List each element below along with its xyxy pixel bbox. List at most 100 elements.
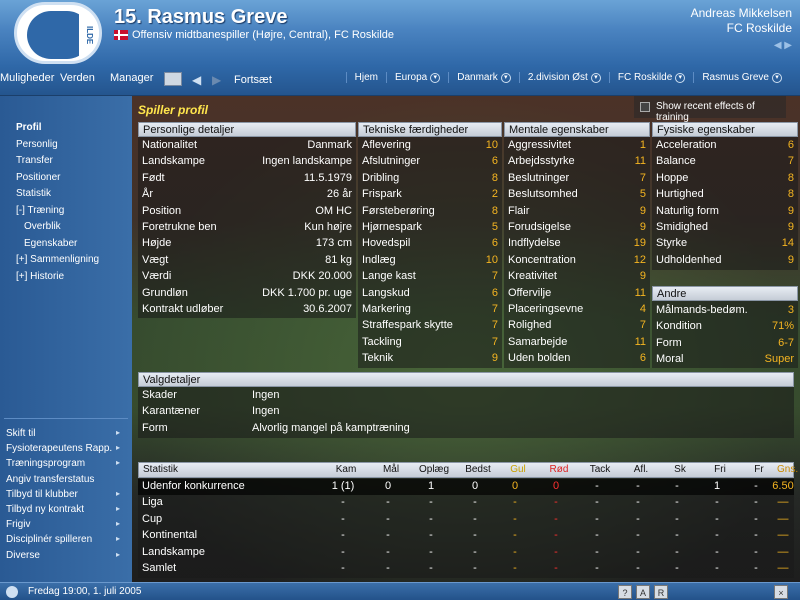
breadcrumb-item[interactable]: Europa ▾ [385,72,448,83]
help-button[interactable]: ? [618,585,632,599]
breadcrumb-label[interactable]: Rasmus Greve [702,72,769,83]
stats-header-cell[interactable]: Mål [373,464,409,475]
sidebar-action[interactable]: Tilbyd ny kontrakt ▸ [6,504,126,515]
sidebar-action[interactable]: Træningsprogram ▸ [6,458,126,469]
breadcrumb-item[interactable]: Danmark ▾ [448,72,519,83]
technical-value: 6 [491,286,498,299]
sidebar-item[interactable]: Egenskaber [24,238,77,249]
breadcrumb-label[interactable]: Hjem [355,72,378,83]
sidebar-item[interactable]: Overblik [24,221,61,232]
stats-header-cell[interactable]: Gul [501,464,535,475]
stats-header-cell[interactable]: Afl. [623,464,659,475]
physical-row: Smidighed 9 [652,219,798,235]
breadcrumb-label[interactable]: Europa [395,72,427,83]
stats-cell: 1 [713,480,721,492]
sidebar-item[interactable]: Personlig [16,139,58,150]
manager-name[interactable]: Andreas Mikkelsen [691,6,792,21]
r-button[interactable]: R [654,585,668,599]
selection-label: Form [142,421,168,434]
manager-info[interactable]: Andreas Mikkelsen FC Roskilde [691,6,792,36]
close-icon[interactable]: × [774,585,788,599]
personal-value: 173 cm [315,237,352,250]
sidebar-action[interactable]: Diverse ▸ [6,550,126,561]
mental-value: 5 [639,188,646,201]
mental-value: 9 [639,221,646,233]
chevron-down-icon[interactable]: ▾ [590,72,601,83]
manager-club[interactable]: FC Roskilde [691,21,792,36]
sidebar-action[interactable]: Angiv transferstatus [6,474,126,485]
stats-header-cell[interactable]: Rød [541,464,577,475]
stats-header-cell[interactable]: Bedst [459,464,497,475]
nav-manager[interactable]: Manager [110,72,153,84]
sidebar-action[interactable]: Disciplinér spilleren ▸ [6,534,126,545]
breadcrumb-label[interactable]: 2.division Øst [528,72,588,83]
stats-header-cell[interactable]: Kam [323,464,369,475]
stats-header-cell[interactable]: Tack [581,464,619,475]
sidebar-action[interactable]: Skift til ▸ [6,428,126,439]
stats-row: Kontinental - - - - - - - - - - - — [138,528,794,544]
other-label: Målmands-bedøm. [656,304,748,316]
stats-cell: - [754,529,758,542]
page-title: Spiller profil [138,103,209,117]
sidebar-item[interactable]: [+] Sammenligning [16,254,99,265]
stats-header-cell[interactable]: Statistik [143,464,319,475]
sidebar-action-label: Fysioterapeutens Rapp. [6,443,113,455]
technical-value: 5 [491,221,498,233]
stats-header-cell[interactable]: Sk [663,464,697,475]
chevron-down-icon[interactable]: ▾ [430,72,441,83]
personal-value: DKK 1.700 pr. uge [262,286,352,299]
chevron-down-icon[interactable]: ▾ [772,72,782,83]
breadcrumb-item[interactable]: Rasmus Greve ▾ [693,72,790,83]
back-icon[interactable]: ◀ [192,73,201,87]
forward-icon[interactable]: ▶ [212,73,221,87]
continue-button[interactable]: Fortsæt [234,74,272,86]
sidebar-item[interactable]: Profil [16,122,42,133]
personal-label: Kontrakt udløber [142,303,224,315]
sidebar-item[interactable]: Statistik [16,188,51,199]
sidebar-action[interactable]: Fysioterapeutens Rapp. ▸ [6,443,126,454]
mental-label: Samarbejde [508,335,568,348]
stats-cell: - [429,496,433,509]
sidebar-item[interactable]: [+] Historie [16,271,64,282]
selection-value: Ingen [252,389,280,401]
breadcrumb-item[interactable]: Hjem [345,72,386,83]
stats-header-cell[interactable]: Fr [743,464,775,475]
sidebar-item[interactable]: [-] Træning [16,205,64,216]
nav-verden[interactable]: Verden [60,72,95,84]
nav-muligheder[interactable]: Muligheder [0,72,54,84]
physical-label: Styrke [656,237,688,250]
back-arrow-icon[interactable]: ◀ [774,40,782,51]
chevron-down-icon[interactable]: ▾ [500,72,511,83]
stats-cell: - [595,512,599,525]
chevron-down-icon[interactable]: ▾ [675,72,686,83]
a-button[interactable]: A [636,585,650,599]
show-recent-training-toggle[interactable]: Show recent effects of training [634,96,786,123]
stats-header-cell[interactable]: Fri [701,464,739,475]
breadcrumb-item[interactable]: 2.division Øst ▾ [518,72,609,83]
stats-header-cell[interactable]: Gns. [777,464,798,475]
stats-cell: - [554,512,558,525]
sidebar-action[interactable]: Tilbyd til klubber ▸ [6,489,126,500]
mental-value: 12 [633,253,646,266]
player-position-club: Offensiv midtbanespiller (Højre, Central… [132,29,395,41]
sidebar-action[interactable]: Frigiv ▸ [6,519,126,530]
mental-value: 6 [639,352,646,365]
mail-icon[interactable] [164,72,182,86]
sidebar-action-label: Tilbyd ny kontrakt [6,504,84,515]
breadcrumb-item[interactable]: FC Roskilde ▾ [608,72,693,83]
technical-value: 8 [491,204,498,217]
personal-row: Nationalitet Danmark [138,137,356,153]
checkbox-icon[interactable] [640,102,650,112]
forward-arrow-icon[interactable]: ▶ [784,40,792,51]
technical-row: Aflevering 10 [358,137,502,153]
history-arrows[interactable]: ◀ ▶ [774,40,792,51]
stats-cell: — [777,562,789,574]
technical-label: Afslutninger [362,155,421,168]
sidebar-item[interactable]: Positioner [16,172,60,183]
sidebar-item[interactable]: Transfer [16,155,53,166]
sidebar-action-label: Diverse [6,549,40,561]
breadcrumb-label[interactable]: FC Roskilde [618,72,672,83]
stats-cell: - [386,529,390,542]
breadcrumb-label[interactable]: Danmark [457,72,498,83]
stats-header-cell[interactable]: Oplæg [413,464,455,475]
